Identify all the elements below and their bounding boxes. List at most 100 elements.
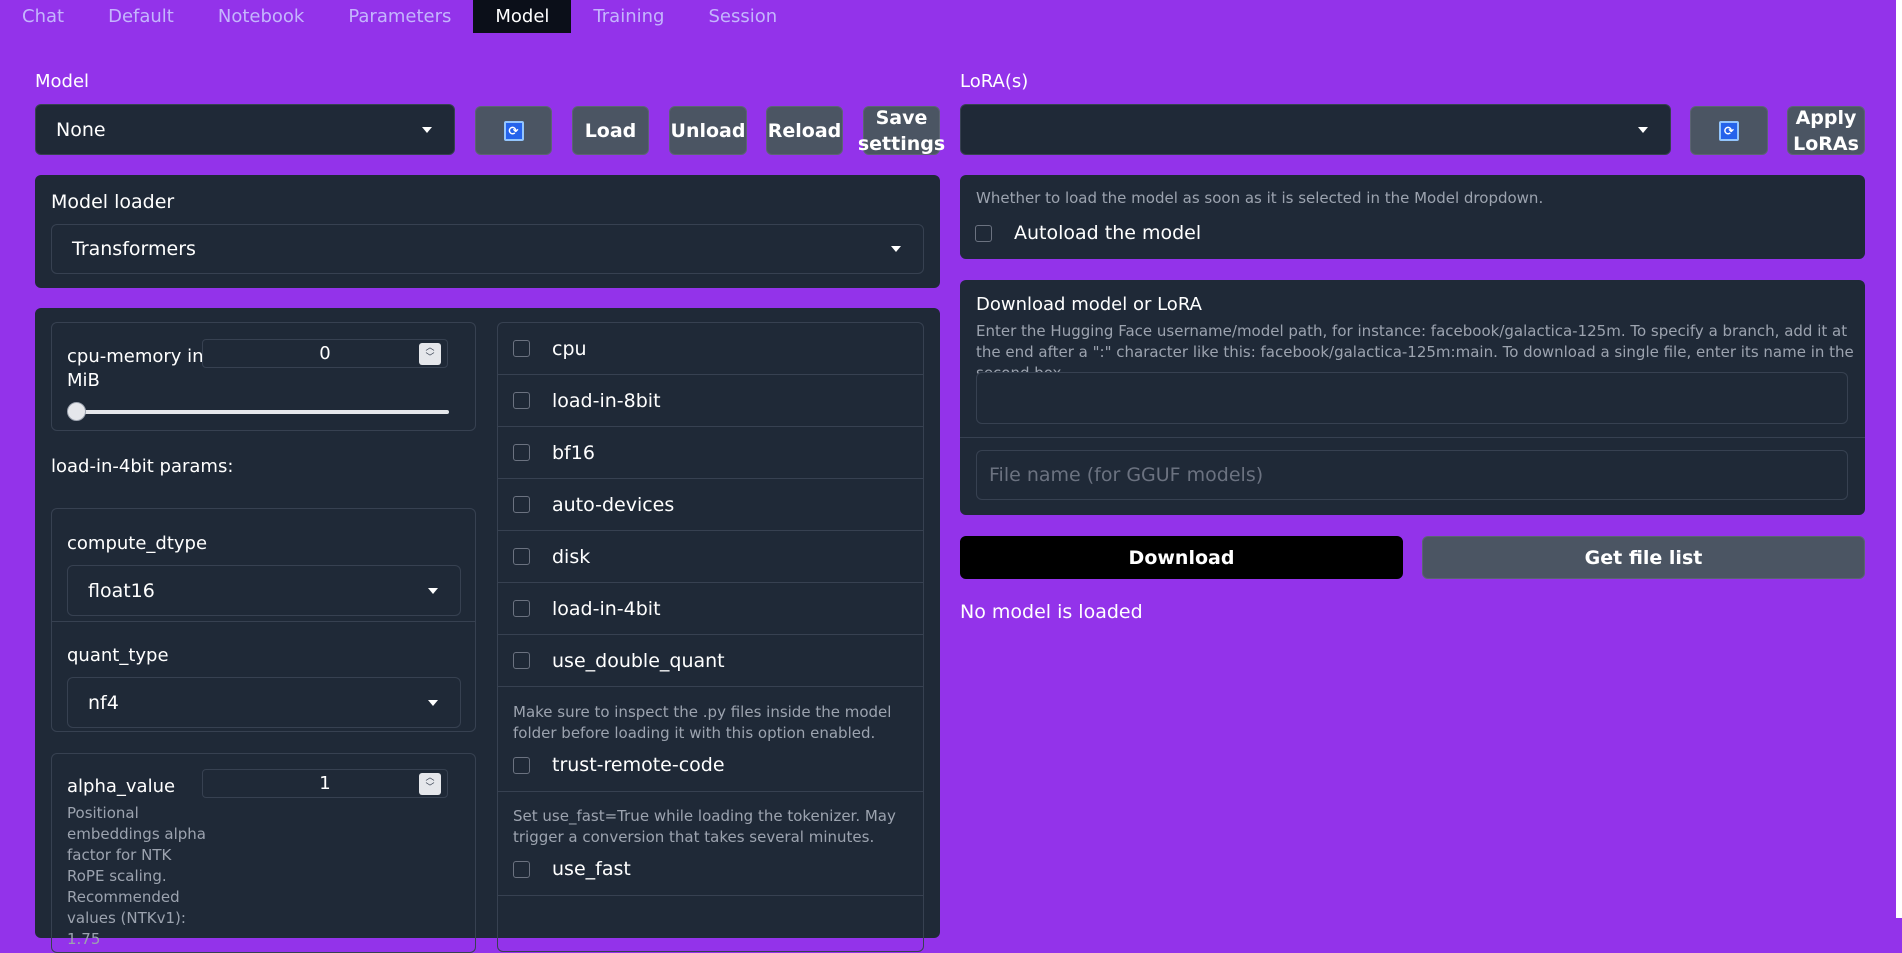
model-loader-panel: Model loader Transformers: [35, 175, 940, 288]
use-double-quant-checkbox-label: use_double_quant: [552, 649, 725, 672]
model-loader-value: Transformers: [72, 238, 196, 260]
use-fast-row[interactable]: use_fast: [498, 858, 631, 880]
autoload-checkbox[interactable]: [975, 224, 992, 242]
divider: [52, 621, 475, 622]
auto-devices-checkbox[interactable]: [513, 496, 530, 513]
trust-remote-code-block: Make sure to inspect the .py files insid…: [498, 687, 923, 792]
bf16-checkbox[interactable]: [513, 444, 530, 461]
checkbox-row-load-in-4bit[interactable]: load-in-4bit: [498, 583, 923, 635]
use-fast-label: use_fast: [552, 858, 631, 880]
tab-parameters[interactable]: Parameters: [326, 0, 473, 33]
tab-model[interactable]: Model: [473, 0, 572, 33]
load-in-8bit-checkbox-label: load-in-8bit: [552, 389, 661, 412]
lora-refresh-button[interactable]: ⟳: [1690, 106, 1768, 155]
checkbox-row-use-double-quant[interactable]: use_double_quant: [498, 635, 923, 687]
download-panel: Download model or LoRA Enter the Hugging…: [960, 280, 1865, 515]
model-loader-dropdown[interactable]: Transformers: [51, 224, 924, 274]
quant-type-value: nf4: [88, 691, 119, 714]
use-fast-info: Set use_fast=True while loading the toke…: [513, 807, 896, 846]
checkbox-row-cpu[interactable]: cpu: [498, 323, 923, 375]
quant-type-dropdown[interactable]: nf4: [67, 677, 461, 728]
model-path-textarea[interactable]: [976, 372, 1848, 424]
cpu-memory-label: cpu-memory in MiB: [67, 346, 204, 391]
autoload-info: Whether to load the model as soon as it …: [976, 189, 1544, 207]
compute-dtype-dropdown[interactable]: float16: [67, 565, 461, 616]
checkbox-row-auto-devices[interactable]: auto-devices: [498, 479, 923, 531]
tab-training[interactable]: Training: [571, 0, 686, 33]
model-dropdown-value: None: [56, 118, 106, 141]
loader-flags-column: cpu load-in-8bit bf16 auto-devices disk …: [497, 322, 924, 952]
cpu-memory-slider-track[interactable]: [69, 410, 449, 414]
reload-button[interactable]: Reload: [766, 106, 843, 155]
tab-chat[interactable]: Chat: [0, 0, 86, 33]
lora-dropdown[interactable]: [960, 104, 1671, 155]
refresh-icon: ⟳: [1719, 120, 1739, 141]
alpha-value-input[interactable]: 1 ︿ ﹀: [202, 769, 448, 798]
disk-checkbox[interactable]: [513, 548, 530, 565]
compute-dtype-value: float16: [88, 579, 155, 602]
checkbox-row-disk[interactable]: disk: [498, 531, 923, 583]
bf16-checkbox-label: bf16: [552, 441, 595, 464]
cpu-memory-slider-handle[interactable]: [67, 402, 86, 421]
trust-remote-code-label: trust-remote-code: [552, 754, 725, 776]
model-dropdown[interactable]: None: [35, 104, 455, 155]
download-title: Download model or LoRA: [976, 294, 1202, 315]
load-in-8bit-checkbox[interactable]: [513, 392, 530, 409]
save-settings-button[interactable]: Save settings: [858, 106, 945, 155]
lora-label: LoRA(s): [960, 71, 1029, 92]
chevron-down-icon: [1638, 126, 1648, 133]
tab-bar: Chat Default Notebook Parameters Model T…: [0, 0, 799, 33]
tab-notebook[interactable]: Notebook: [196, 0, 326, 33]
cpu-memory-value: 0: [319, 343, 331, 364]
cpu-checkbox[interactable]: [513, 340, 530, 357]
unload-button[interactable]: Unload: [669, 106, 747, 155]
refresh-icon: ⟳: [503, 120, 524, 141]
trust-remote-code-info: Make sure to inspect the .py files insid…: [513, 703, 892, 742]
model-label: Model: [35, 71, 90, 92]
trust-remote-code-checkbox[interactable]: [513, 756, 530, 774]
use-fast-checkbox[interactable]: [513, 860, 530, 878]
checkbox-row-load-in-8bit[interactable]: load-in-8bit: [498, 375, 923, 427]
compute-dtype-label: compute_dtype: [67, 533, 208, 554]
load-in-4bit-params-block: compute_dtype float16 quant_type nf4: [51, 508, 476, 732]
tab-default[interactable]: Default: [86, 0, 196, 33]
divider: [960, 437, 1865, 438]
auto-devices-checkbox-label: auto-devices: [552, 493, 675, 516]
model-refresh-button[interactable]: ⟳: [475, 106, 552, 155]
chevron-down-icon: [428, 587, 438, 594]
load-in-4bit-params-heading: load-in-4bit params:: [51, 456, 234, 477]
file-name-input[interactable]: [976, 450, 1848, 500]
stepper-icon[interactable]: ︿ ﹀: [419, 343, 441, 365]
cpu-memory-input[interactable]: 0 ︿ ﹀: [202, 339, 448, 368]
autoload-panel: Whether to load the model as soon as it …: [960, 175, 1865, 259]
loader-settings-panel: cpu-memory in MiB 0 ︿ ﹀ load-in-4bit para…: [35, 308, 940, 953]
trust-remote-code-row[interactable]: trust-remote-code: [498, 754, 725, 776]
download-button[interactable]: Download: [960, 536, 1403, 579]
use-double-quant-checkbox[interactable]: [513, 652, 530, 669]
checkbox-row-bf16[interactable]: bf16: [498, 427, 923, 479]
chevron-down-icon: [422, 126, 432, 133]
alpha-value-label: alpha_value: [67, 776, 176, 797]
disk-checkbox-label: disk: [552, 545, 591, 568]
alpha-value-block: alpha_value 1 ︿ ﹀ Positional embeddings a…: [51, 753, 476, 953]
scrollbar[interactable]: [1896, 0, 1902, 918]
chevron-down-icon: [891, 246, 901, 252]
apply-loras-button[interactable]: Apply LoRAs: [1787, 106, 1865, 155]
load-in-4bit-checkbox-label: load-in-4bit: [552, 597, 661, 620]
chevron-down-icon: [428, 699, 438, 706]
autoload-row[interactable]: Autoload the model: [960, 222, 1201, 244]
alpha-value-value: 1: [319, 773, 331, 794]
model-status-text: No model is loaded: [960, 601, 1143, 623]
stepper-icon[interactable]: ︿ ﹀: [419, 773, 441, 795]
get-file-list-button[interactable]: Get file list: [1422, 536, 1865, 579]
autoload-label: Autoload the model: [1014, 222, 1202, 244]
load-button[interactable]: Load: [572, 106, 649, 155]
alpha-value-info: Positional embeddings alpha factor for N…: [67, 804, 206, 948]
tab-session[interactable]: Session: [686, 0, 799, 33]
quant-type-label: quant_type: [67, 645, 169, 666]
cpu-memory-block: cpu-memory in MiB 0 ︿ ﹀: [51, 322, 476, 431]
load-in-4bit-checkbox[interactable]: [513, 600, 530, 617]
cpu-checkbox-label: cpu: [552, 337, 587, 360]
use-fast-block: Set use_fast=True while loading the toke…: [498, 792, 923, 896]
model-loader-label: Model loader: [51, 191, 175, 213]
